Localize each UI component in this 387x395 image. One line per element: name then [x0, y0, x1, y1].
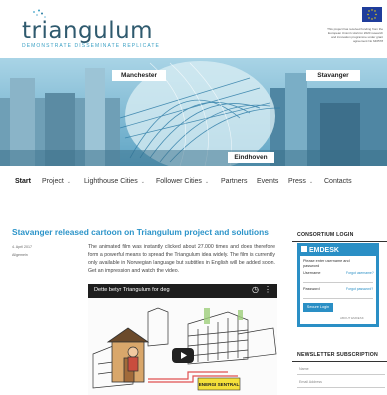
divider — [292, 241, 387, 242]
nav-item-follower-cities[interactable]: Follower Cities ⌄ — [156, 178, 209, 185]
about-emdesk-link[interactable]: ABOUT EMDESK — [340, 316, 364, 320]
eu-funding-notice: This project has received funding from t… — [327, 27, 383, 43]
newsletter-name-input[interactable]: Name — [297, 365, 385, 375]
divider — [292, 361, 387, 362]
site-header: triangulum DEMONSTRATE DISSEMINATE REPLI… — [0, 0, 387, 56]
chevron-down-icon: ⌄ — [66, 179, 71, 185]
play-button[interactable] — [172, 348, 194, 363]
forgot-password-link[interactable]: Forgot password? — [346, 287, 373, 291]
emdesk-login-widget: EMDESK Please enter username and passwor… — [297, 243, 379, 327]
chevron-down-icon: ⌄ — [308, 179, 314, 185]
article-date: 4. April 2017 — [12, 245, 32, 249]
username-field[interactable] — [303, 277, 373, 283]
nav-item-partners[interactable]: Partners — [221, 178, 247, 185]
secure-login-button[interactable]: Secure Login — [303, 303, 333, 312]
hero-banner: Manchester Stavanger Eindhoven — [0, 58, 387, 166]
site-logo[interactable]: triangulum — [22, 18, 153, 44]
video-thumbnail: ENERGI SENTRAL — [88, 284, 277, 395]
video-title-bar: Dette betyr Triangulum for deg ◷ ⋮ — [88, 284, 277, 298]
eu-flag-icon — [362, 7, 382, 22]
emdesk-logo-icon — [301, 246, 307, 252]
site-tagline: DEMONSTRATE DISSEMINATE REPLICATE — [22, 43, 160, 49]
article-body: The animated film was instantly clicked … — [88, 244, 275, 274]
nav-item-project[interactable]: Project ⌄ — [42, 178, 71, 185]
share-icon[interactable]: ⋮ — [264, 285, 272, 294]
article-title[interactable]: Stavanger released cartoon on Triangulum… — [12, 227, 269, 237]
city-label-eindhoven[interactable]: Eindhoven — [228, 152, 274, 163]
login-form: Please enter username and password Usern… — [300, 256, 376, 324]
play-icon — [181, 352, 187, 359]
article-category[interactable]: Allgemein — [12, 253, 28, 257]
forgot-username-link[interactable]: Forgot username? — [346, 271, 374, 275]
clock-icon[interactable]: ◷ — [252, 285, 259, 294]
password-label: Password — [303, 287, 320, 291]
city-label-manchester[interactable]: Manchester — [112, 70, 166, 81]
nav-item-lighthouse-cities[interactable]: Lighthouse Cities ⌄ — [84, 178, 145, 185]
video-sign-text: ENERGI SENTRAL — [199, 382, 240, 387]
newsletter-heading: NEWSLETTER SUBSCRIPTION — [297, 352, 378, 358]
city-label-stavanger[interactable]: Stavanger — [306, 70, 360, 81]
nav-item-events[interactable]: Events — [257, 178, 278, 185]
chevron-down-icon: ⌄ — [204, 179, 210, 185]
password-field[interactable] — [303, 293, 373, 299]
nav-item-contacts[interactable]: Contacts — [324, 178, 352, 185]
video-title[interactable]: Dette betyr Triangulum for deg — [94, 287, 170, 293]
main-nav: Start Project ⌄ Lighthouse Cities ⌄ Follow… — [0, 175, 387, 191]
chevron-down-icon: ⌄ — [140, 179, 145, 185]
login-instruction: Please enter username and password — [303, 259, 350, 268]
nav-item-start[interactable]: Start — [15, 178, 31, 185]
emdesk-brand: EMDESK — [301, 246, 339, 254]
newsletter-email-input[interactable]: Email Address — [297, 378, 385, 388]
video-player[interactable]: ENERGI SENTRAL Dette betyr Triangulum fo… — [88, 284, 277, 395]
username-label: Username — [303, 271, 321, 275]
nav-item-press[interactable]: Press ⌄ — [288, 178, 313, 185]
consortium-login-heading: CONSORTIUM LOGIN — [297, 232, 354, 238]
